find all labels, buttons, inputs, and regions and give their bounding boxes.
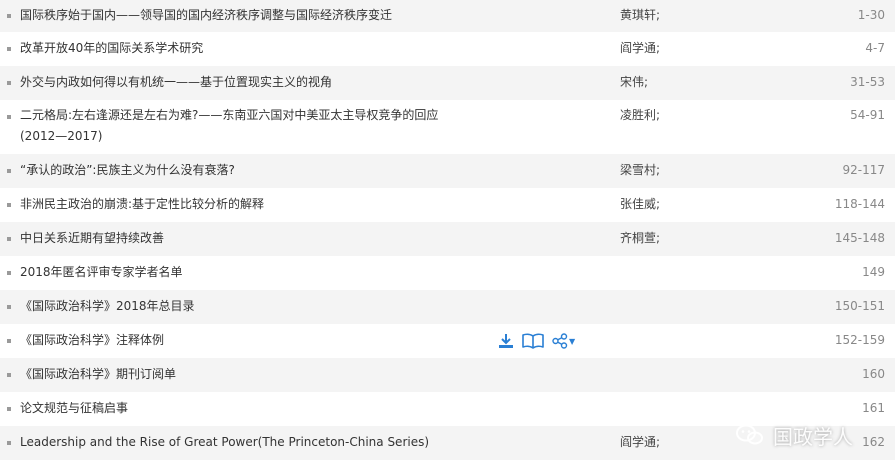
article-title-link[interactable]: 《国际政治科学》期刊订阅单 [20, 364, 480, 385]
page-range: 1-30 [857, 8, 885, 22]
author-link[interactable]: 阎学通; [620, 432, 660, 453]
page-range: 149 [862, 265, 885, 279]
article-title-link[interactable]: 《国际政治科学》2018年总目录 [20, 296, 480, 317]
article-list: 国际秩序始于国内——领导国的国内经济秩序调整与国际经济秩序变迁 黄琪轩; 1-3… [0, 0, 895, 460]
page-range: 161 [862, 401, 885, 415]
article-actions: ▼ [498, 332, 575, 350]
article-title-link[interactable]: 非洲民主政治的崩溃:基于定性比较分析的解释 [20, 194, 480, 215]
read-book-icon [522, 333, 544, 349]
list-item: 改革开放40年的国际关系学术研究 阎学通; 4-7 [0, 32, 895, 66]
list-item: 中日关系近期有望持续改善 齐桐萱; 145-148 [0, 222, 895, 256]
page-range: 160 [862, 367, 885, 381]
article-title-link[interactable]: “承认的政治”:民族主义为什么没有衰落? [20, 160, 480, 181]
bullet-icon [7, 203, 11, 207]
page-range: 54-91 [850, 108, 885, 122]
bullet-icon [7, 169, 11, 173]
author-link[interactable]: 凌胜利; [620, 105, 660, 126]
author-link[interactable]: 梁雪村; [620, 160, 660, 181]
author-link[interactable]: 张佳威; [620, 194, 660, 215]
list-item: 《国际政治科学》期刊订阅单 160 [0, 358, 895, 392]
article-title-link[interactable]: 《国际政治科学》注释体例 [20, 330, 480, 351]
list-item: “承认的政治”:民族主义为什么没有衰落? 梁雪村; 92-117 [0, 154, 895, 188]
bullet-icon [7, 339, 11, 343]
article-title-link[interactable]: 论文规范与征稿启事 [20, 398, 480, 419]
list-item: 外交与内政如何得以有机统一——基于位置现实主义的视角 宋伟; 31-53 [0, 66, 895, 100]
list-item: 《国际政治科学》注释体例 ▼ 152-159 [0, 324, 895, 358]
article-title-link[interactable]: 外交与内政如何得以有机统一——基于位置现实主义的视角 [20, 72, 480, 93]
download-icon [499, 334, 513, 348]
article-title-link[interactable]: Leadership and the Rise of Great Power(T… [20, 432, 580, 453]
list-item: 非洲民主政治的崩溃:基于定性比较分析的解释 张佳威; 118-144 [0, 188, 895, 222]
list-item: 2018年匿名评审专家学者名单 149 [0, 256, 895, 290]
article-title-link[interactable]: 中日关系近期有望持续改善 [20, 228, 480, 249]
article-title-line: (2012—2017) [20, 129, 103, 143]
page-range: 92-117 [842, 163, 885, 177]
share-icon [552, 333, 568, 349]
watermark-text: 国政学人 [773, 424, 853, 449]
bullet-icon [7, 407, 11, 411]
author-link[interactable]: 齐桐萱; [620, 228, 660, 249]
article-title-link[interactable]: 二元格局:左右逢源还是左右为难?——东南亚六国对中美亚太主导权竞争的回应 (20… [20, 105, 480, 147]
watermark: 国政学人 [735, 420, 853, 450]
article-title-link[interactable]: 改革开放40年的国际关系学术研究 [20, 38, 480, 59]
bullet-icon [7, 47, 11, 51]
page-range: 145-148 [834, 231, 885, 245]
page-range: 118-144 [834, 197, 885, 211]
bullet-icon [7, 81, 11, 85]
article-title-link[interactable]: 2018年匿名评审专家学者名单 [20, 262, 480, 283]
read-online-button[interactable] [522, 333, 544, 349]
list-item: 国际秩序始于国内——领导国的国内经济秩序调整与国际经济秩序变迁 黄琪轩; 1-3… [0, 0, 895, 32]
page-range: 162 [862, 435, 885, 449]
list-item: 二元格局:左右逢源还是左右为难?——东南亚六国对中美亚太主导权竞争的回应 (20… [0, 100, 895, 154]
page-range: 152-159 [834, 333, 885, 347]
page-range: 4-7 [865, 41, 885, 55]
article-title-link[interactable]: 国际秩序始于国内——领导国的国内经济秩序调整与国际经济秩序变迁 [20, 5, 480, 26]
bullet-icon [7, 305, 11, 309]
page-range: 31-53 [850, 75, 885, 89]
author-link[interactable]: 黄琪轩; [620, 5, 660, 26]
bullet-icon [7, 115, 11, 119]
chevron-down-icon: ▼ [569, 336, 576, 346]
share-button[interactable]: ▼ [552, 333, 575, 349]
bullet-icon [7, 271, 11, 275]
download-button[interactable] [498, 333, 514, 349]
wechat-icon [736, 424, 763, 445]
page-range: 150-151 [834, 299, 885, 313]
article-title-line: 二元格局:左右逢源还是左右为难?——东南亚六国对中美亚太主导权竞争的回应 [20, 108, 439, 122]
bullet-icon [7, 237, 11, 241]
bullet-icon [7, 373, 11, 377]
list-item: 《国际政治科学》2018年总目录 150-151 [0, 290, 895, 324]
author-link[interactable]: 阎学通; [620, 38, 660, 59]
author-link[interactable]: 宋伟; [620, 72, 648, 93]
bullet-icon [7, 441, 11, 445]
bullet-icon [7, 14, 11, 18]
